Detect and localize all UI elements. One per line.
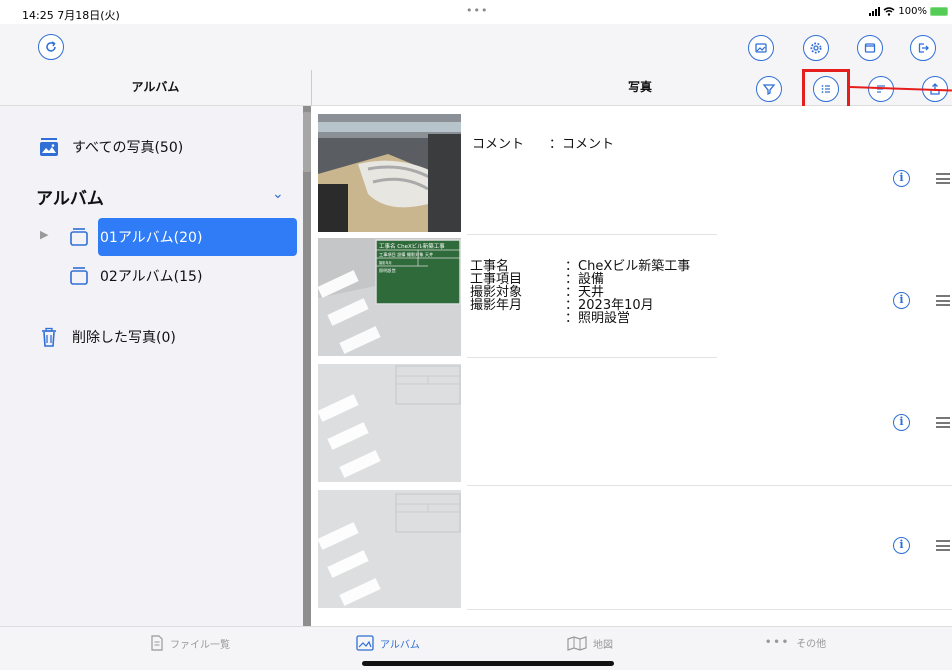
sidebar-scroll-thumb[interactable]: [303, 112, 311, 172]
sidebar-scrollbar[interactable]: [303, 106, 311, 626]
board-row1: 工事項目 設備 撮影対象 天井: [379, 251, 433, 258]
album-item-02[interactable]: 02アルバム(15): [68, 265, 202, 287]
settings-gear-icon: [810, 42, 822, 54]
tab-map[interactable]: 地図: [567, 635, 613, 651]
tab-album[interactable]: アルバム: [356, 635, 420, 651]
battery-icon: [930, 7, 948, 16]
album-label-02: 02アルバム(15): [100, 269, 203, 285]
photo-pane-title: 写真: [627, 80, 652, 94]
photo-row-1[interactable]: コメント ：コメント i: [312, 112, 952, 236]
tab-file-list[interactable]: ファイル一覧: [150, 635, 230, 651]
field-label: コメント: [472, 137, 525, 152]
settings-button[interactable]: [803, 35, 829, 61]
header-divider: [311, 70, 312, 106]
album-section-title: アルバム: [36, 189, 104, 209]
refresh-icon: [46, 41, 56, 52]
board-row2: 撮影年月: [379, 260, 392, 265]
multitask-dots[interactable]: •••: [466, 4, 488, 17]
filter-button[interactable]: [756, 76, 782, 102]
drag-handle-icon[interactable]: [936, 295, 950, 306]
row-separator: [467, 485, 952, 486]
home-indicator[interactable]: [362, 661, 614, 666]
drag-handle-icon[interactable]: [936, 540, 950, 551]
photo-stack-icon: [38, 136, 60, 158]
more-icon: •••: [765, 637, 791, 648]
photo-thumbnail[interactable]: [318, 490, 461, 608]
tab-label: アルバム: [380, 639, 420, 651]
tab-label: その他: [796, 639, 827, 650]
all-photos-label: すべての写真(50): [72, 140, 184, 156]
chevron-down-icon[interactable]: ⌄: [272, 186, 284, 202]
info-icon[interactable]: i: [893, 292, 910, 309]
photo-album-icon: [755, 43, 767, 53]
tab-label: ファイル一覧: [170, 639, 230, 651]
info-icon[interactable]: i: [893, 537, 910, 554]
photo-thumbnail[interactable]: 工事名 CheXビル新築工事 工事項目 設備 撮影対象 天井 撮影年月 照明設営: [318, 238, 461, 356]
photo-thumbnail[interactable]: [318, 114, 461, 232]
map-icon: [567, 636, 587, 651]
album-label-01: 01アルバム(20): [100, 230, 203, 246]
info-icon[interactable]: i: [893, 414, 910, 431]
document-icon: [151, 635, 163, 651]
window-button[interactable]: [857, 35, 883, 61]
refresh-button[interactable]: [38, 34, 64, 60]
tab-more[interactable]: ••• その他: [765, 635, 826, 650]
photo-list: コメント ：コメント i 工事名 CheXビル新築工事 工事項目 設備 撮影対象…: [312, 106, 952, 626]
field-label: 撮影年月: [470, 298, 523, 313]
deleted-photos-item[interactable]: 削除した写真(0): [38, 326, 176, 348]
drag-handle-icon[interactable]: [936, 417, 950, 428]
disclosure-triangle-icon[interactable]: ▶: [40, 228, 48, 241]
all-photos-item[interactable]: すべての写真(50): [38, 136, 183, 158]
album-icon: [68, 226, 90, 248]
field-value: ：照明設営: [565, 311, 631, 326]
photo-row-3[interactable]: i: [312, 360, 952, 484]
album-icon: [356, 635, 374, 651]
info-icon[interactable]: i: [893, 170, 910, 187]
status-bar: 14:25 7月18日(火) ••• 100%: [0, 0, 952, 24]
wifi-icon: [883, 7, 895, 16]
album-item-01[interactable]: 01アルバム(20): [68, 226, 202, 248]
status-time: 14:25 7月18日(火): [22, 9, 120, 22]
highlight-annotation: [802, 69, 850, 111]
board-row3: 照明設営: [379, 267, 396, 274]
row-separator: [467, 234, 717, 235]
status-indicators: 100%: [869, 6, 948, 17]
filter-icon: [762, 84, 776, 96]
row-separator: [467, 357, 717, 358]
battery-percent: 100%: [898, 6, 927, 17]
field-value: ：コメント: [549, 137, 615, 152]
photo-album-button[interactable]: [748, 35, 774, 61]
photo-thumbnail[interactable]: [318, 364, 461, 482]
logout-icon: [918, 43, 929, 53]
tab-label: 地図: [593, 639, 613, 651]
photo-row-2[interactable]: 工事名 CheXビル新築工事 工事項目 設備 撮影対象 天井 撮影年月 照明設営…: [312, 236, 952, 360]
album-icon: [68, 265, 90, 287]
board-title: 工事名 CheXビル新築工事: [379, 242, 445, 250]
window-icon: [864, 43, 876, 53]
drag-handle-icon[interactable]: [936, 173, 950, 184]
deleted-photos-label: 削除した写真(0): [72, 330, 176, 346]
photo-row-4[interactable]: i: [312, 488, 952, 612]
signal-icon: [869, 7, 881, 16]
album-pane-title: アルバム: [131, 80, 180, 94]
trash-icon: [38, 326, 60, 348]
logout-button[interactable]: [910, 35, 936, 61]
row-separator: [467, 609, 952, 610]
